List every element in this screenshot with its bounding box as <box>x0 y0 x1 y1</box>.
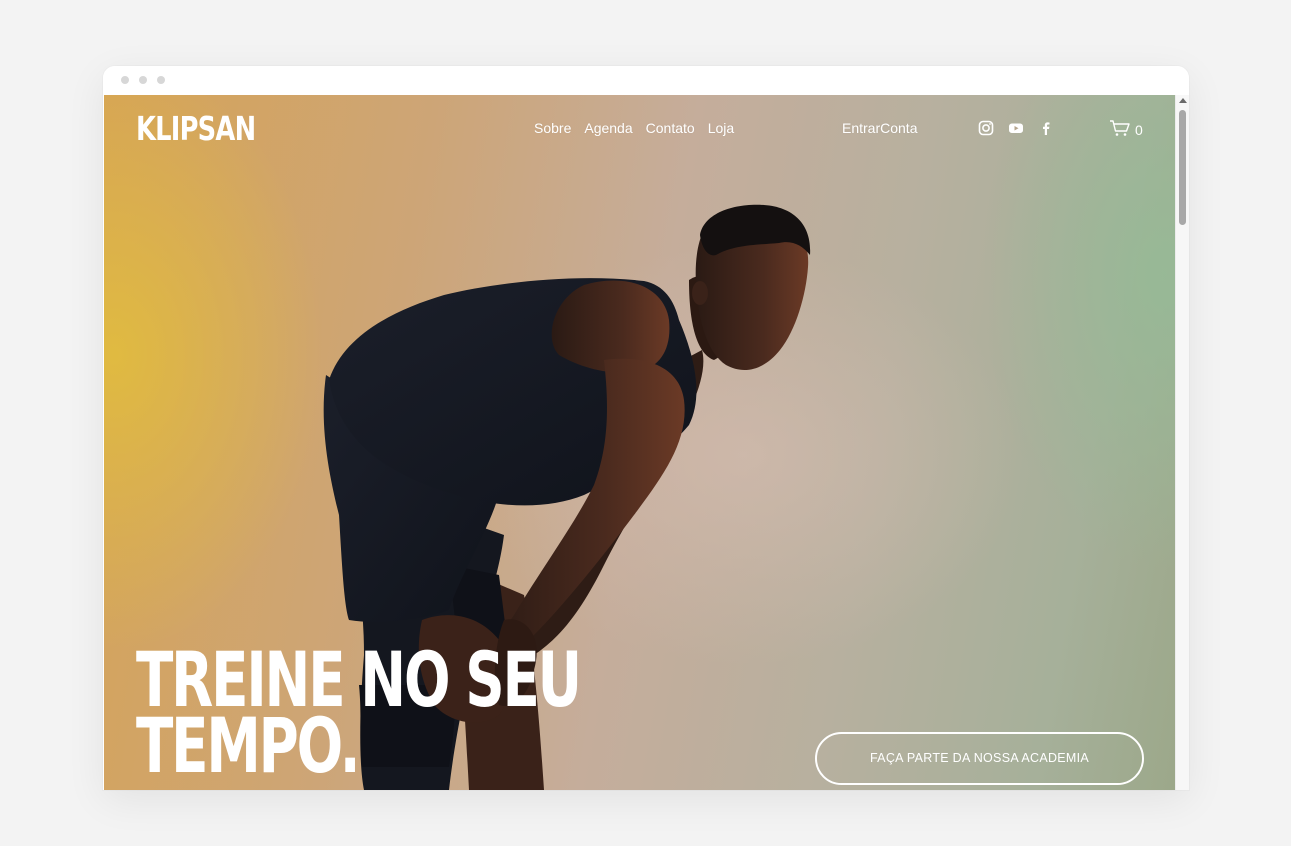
window-titlebar <box>103 66 1189 95</box>
athlete-ear <box>692 281 708 305</box>
brand-logo[interactable]: KLIPSAN <box>136 109 256 149</box>
window-minimize-dot[interactable] <box>139 76 147 84</box>
hero-headline: TREINE NO SEU TEMPO. <box>136 642 582 784</box>
page-viewport: KLIPSAN Sobre Agenda Contato Loja Entrar… <box>104 95 1175 790</box>
window-maximize-dot[interactable] <box>157 76 165 84</box>
youtube-icon[interactable] <box>1008 120 1024 136</box>
scroll-up-arrow-icon[interactable] <box>1179 98 1187 103</box>
cart-count: 0 <box>1135 121 1143 138</box>
login-link[interactable]: EntrarConta <box>842 119 917 137</box>
scroll-thumb[interactable] <box>1179 110 1186 225</box>
nav-item-loja[interactable]: Loja <box>708 119 734 137</box>
nav-item-sobre[interactable]: Sobre <box>534 119 571 137</box>
join-academy-button[interactable]: FAÇA PARTE DA NOSSA ACADEMIA <box>815 732 1144 785</box>
cart-icon <box>1109 119 1131 140</box>
main-nav: Sobre Agenda Contato Loja <box>534 119 734 137</box>
cart-button[interactable]: 0 <box>1109 119 1143 140</box>
facebook-icon[interactable] <box>1038 120 1054 136</box>
nav-item-agenda[interactable]: Agenda <box>584 119 632 137</box>
window-close-dot[interactable] <box>121 76 129 84</box>
social-links <box>978 120 1054 136</box>
browser-window: KLIPSAN Sobre Agenda Contato Loja Entrar… <box>103 66 1189 790</box>
page-scrollbar[interactable] <box>1175 95 1189 790</box>
nav-item-contato[interactable]: Contato <box>646 119 695 137</box>
instagram-icon[interactable] <box>978 120 994 136</box>
